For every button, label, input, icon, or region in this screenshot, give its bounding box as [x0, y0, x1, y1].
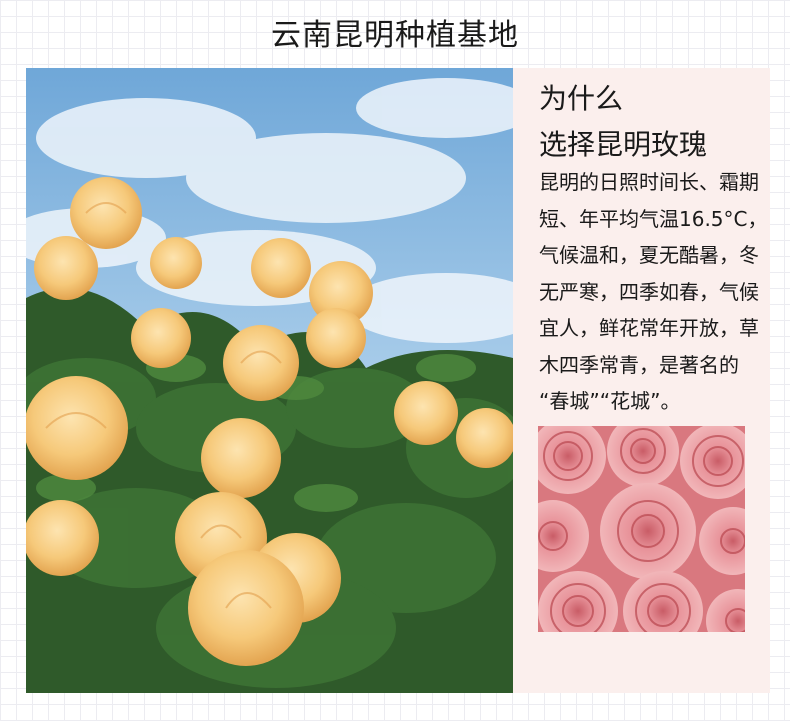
- description-line: 气候温和，夏无酷暑，冬: [539, 243, 759, 267]
- panel-heading: 为什么 选择昆明玫瑰: [539, 76, 707, 168]
- panel-heading-line-2: 选择昆明玫瑰: [539, 128, 708, 161]
- description-line: “春城”“花城”。: [539, 389, 681, 413]
- description-line: 昆明的日照时间长、霜期: [539, 170, 759, 194]
- description-line: 短、年平均气温16.5°C，: [539, 206, 768, 231]
- page-title: 云南昆明种植基地: [271, 18, 519, 53]
- pink-roses-photo: [538, 426, 745, 632]
- description-line: 无严寒，四季如春，气候: [539, 279, 759, 304]
- description-line: 木四季常青，是著名的: [539, 352, 739, 377]
- panel-description: 昆明的日照时间长、霜期 短、年平均气温16.5°C， 气候温和，夏无酷暑，冬 无…: [539, 164, 777, 420]
- yellow-roses-photo: [26, 68, 513, 693]
- panel-heading-line-1: 为什么: [539, 82, 624, 115]
- description-line: 宜人，鲜花常年开放，草: [539, 316, 759, 340]
